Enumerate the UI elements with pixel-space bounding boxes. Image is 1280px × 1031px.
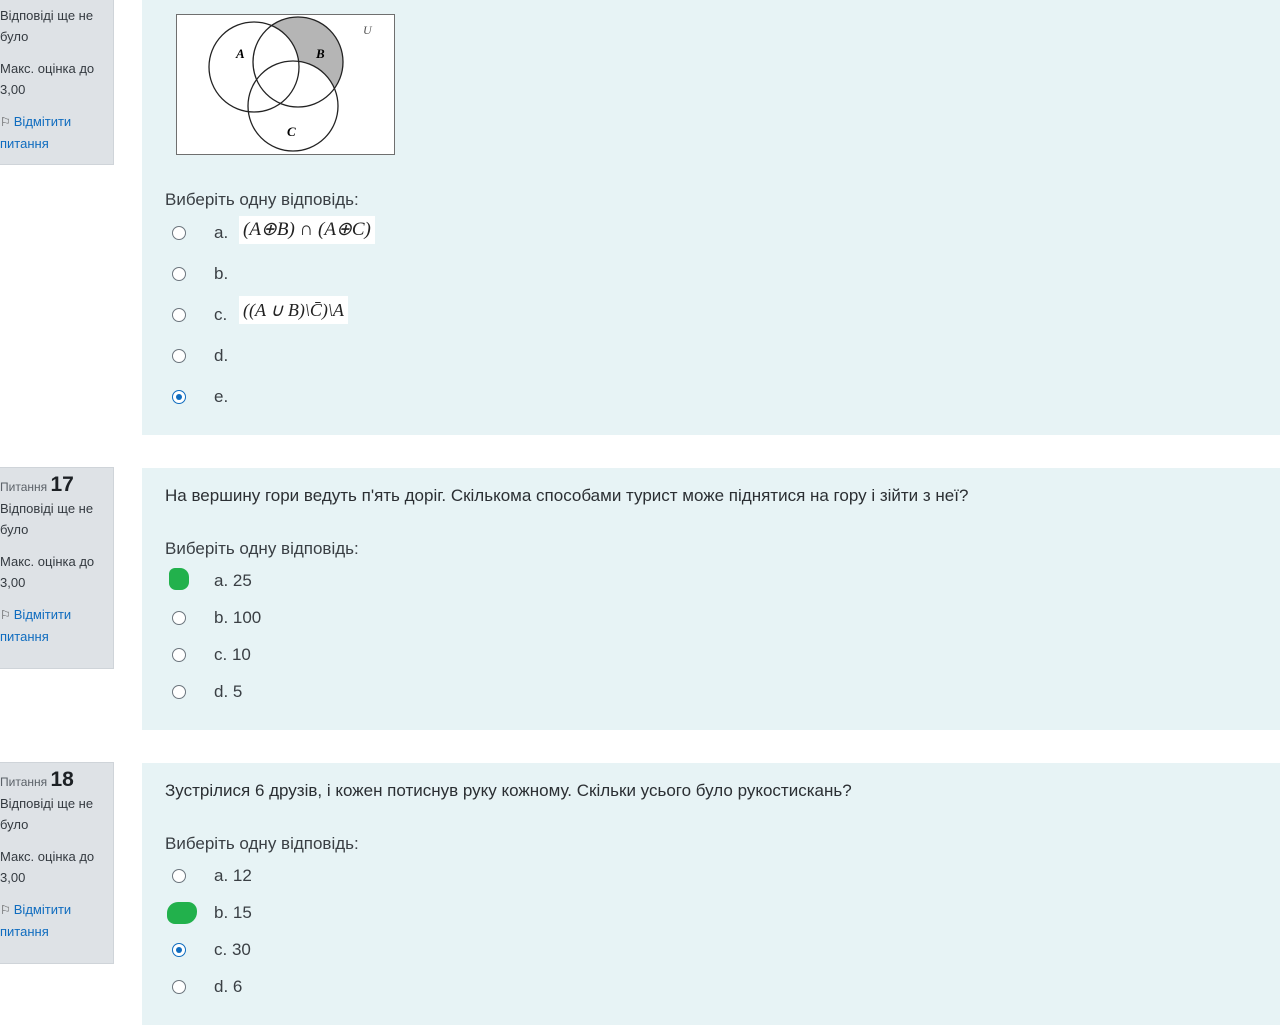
option-a[interactable] [172,220,186,246]
option-d[interactable] [172,343,186,369]
answer-prompt: Виберіть одну відповідь: [165,834,359,853]
green-marker [169,568,189,590]
option-b[interactable] [172,261,186,287]
radio-d[interactable] [172,349,186,363]
option-a-label: a. 25 [214,571,252,590]
radio-c[interactable] [172,648,186,662]
flag-question-link[interactable]: ⚐ Відмітити питання [0,111,109,154]
question-content-17: На вершину гори ведуть п'ять доріг. Скіл… [142,468,1280,730]
flag-icon: ⚐ [0,903,11,917]
venn-label-u: U [363,23,373,37]
question-number: Питання 18 [0,769,109,793]
option-a-formula: (A⊕B) ∩ (A⊕C) [239,216,375,244]
radio-b[interactable] [172,611,186,625]
flag-icon: ⚐ [0,608,11,622]
venn-label-c: C [287,124,296,139]
option-e[interactable] [172,384,186,410]
question-word: Питання [0,775,48,789]
venn-label-a: A [235,46,245,61]
max-grade: Макс. оцінка до 3,00 [0,554,95,590]
flag-question-link[interactable]: ⚐ Відмітити питання [0,899,109,942]
option-c-letter: c. [214,305,228,324]
question-number-value: 18 [50,768,74,791]
option-c-label: c. 10 [214,645,251,664]
radio-e-selected[interactable] [172,390,186,404]
question-content-16: A B C U Виберіть одну відповідь: a. (A⊕B… [142,0,1280,435]
option-b-label: b. 100 [214,608,262,627]
max-grade: Макс. оцінка до 3,00 [0,61,95,97]
question-text: Зустрілися 6 друзів, і кожен потиснув ру… [165,781,852,800]
flag-icon: ⚐ [0,115,11,129]
answer-status: Відповіді ще не було [0,8,94,44]
option-b-label: b. 15 [214,903,252,922]
option-b[interactable] [172,605,186,631]
green-marker [167,902,197,924]
radio-c-selected[interactable] [172,943,186,957]
radio-b[interactable] [172,267,186,281]
answer-prompt: Виберіть одну відповідь: [165,190,359,209]
question-text: На вершину гори ведуть п'ять доріг. Скіл… [165,486,969,505]
flag-question-link[interactable]: ⚐ Відмітити питання [0,604,109,647]
radio-d[interactable] [172,685,186,699]
radio-c[interactable] [172,308,186,322]
question-number: Питання 17 [0,474,109,498]
max-grade: Макс. оцінка до 3,00 [0,849,95,885]
radio-a[interactable] [172,226,186,240]
radio-a[interactable] [172,869,186,883]
option-d-label: d. 6 [214,977,243,996]
option-c[interactable] [172,302,186,328]
option-a-letter: a. [214,223,229,242]
question-content-18: Зустрілися 6 друзів, і кожен потиснув ру… [142,763,1280,1025]
answer-status: Відповіді ще не було [0,796,94,832]
option-d[interactable] [172,679,186,705]
option-b-letter: b. [214,264,229,283]
question-number-value: 17 [50,473,74,496]
option-a-label: a. 12 [214,866,252,885]
venn-label-b: B [315,46,325,61]
venn-diagram: A B C U [176,14,395,155]
option-c-label: c. 30 [214,940,251,959]
question-info-17: Питання 17 Відповіді ще не було Макс. оц… [0,467,114,669]
question-info-16: Відповіді ще не було Макс. оцінка до 3,0… [0,0,114,165]
radio-d[interactable] [172,980,186,994]
option-c[interactable] [172,642,186,668]
option-d[interactable] [172,974,186,1000]
option-c-formula: ((A ∪ B)\C̄)\A [239,296,348,324]
question-word: Питання [0,480,48,494]
answer-prompt: Виберіть одну відповідь: [165,539,359,558]
option-a[interactable] [172,863,186,889]
answer-status: Відповіді ще не було [0,501,94,537]
question-info-18: Питання 18 Відповіді ще не було Макс. оц… [0,762,114,964]
option-c[interactable] [172,937,186,963]
option-d-letter: d. [214,346,229,365]
option-d-label: d. 5 [214,682,243,701]
option-e-letter: e. [214,387,229,406]
